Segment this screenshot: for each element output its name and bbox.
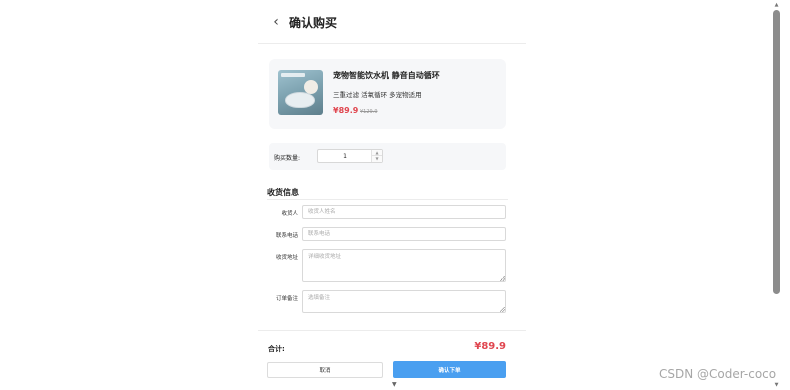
recipient-input[interactable] [302, 205, 506, 219]
product-price: ¥89.9 [333, 106, 359, 115]
image-fountain-shape [285, 92, 315, 108]
note-textarea[interactable] [302, 290, 506, 313]
page: ‹ 确认购买 宠物智能饮水机 静音自动循环 三重过滤 活氧循环 多宠物适用 ¥8… [0, 0, 790, 390]
shipping-section-title: 收货信息 [267, 188, 299, 197]
quantity-label: 购买数量: [274, 155, 301, 162]
product-name: 宠物智能饮水机 静音自动循环 [333, 71, 440, 80]
scrollbar-thumb[interactable] [773, 10, 780, 294]
page-title: 确认购买 [289, 16, 338, 30]
product-original-price: ¥129.9 [360, 109, 378, 115]
scroll-up-icon[interactable]: ▲ [772, 1, 781, 9]
phone-input[interactable] [302, 227, 506, 241]
note-label: 订单备注 [275, 296, 298, 302]
phone-label: 联系电话 [275, 233, 298, 239]
quantity-card: 购买数量: ▲ ▼ [269, 143, 506, 170]
cancel-button[interactable]: 取消 [267, 362, 383, 378]
summary-divider [258, 330, 526, 331]
total-label: 合计: [268, 345, 285, 353]
decrement-icon[interactable]: ▼ [372, 156, 382, 162]
confirm-order-button[interactable]: 确认下单 [393, 361, 506, 378]
page-header: ‹ 确认购买 [258, 0, 526, 44]
recipient-label: 收货人 [281, 211, 298, 217]
quantity-stepper[interactable]: ▲ ▼ [317, 149, 383, 163]
watermark: CSDN @Coder-coco [659, 367, 777, 381]
quantity-input[interactable] [318, 150, 372, 162]
resize-handle-icon[interactable] [500, 276, 505, 281]
stepper-arrows: ▲ ▼ [371, 150, 382, 162]
chevron-left-icon[interactable]: ‹ [268, 12, 284, 32]
product-card: 宠物智能饮水机 静音自动循环 三重过滤 活氧循环 多宠物适用 ¥89.9 ¥12… [269, 59, 506, 129]
product-image [278, 70, 323, 115]
scroll-down-icon[interactable]: ▼ [772, 381, 781, 389]
scrollbar[interactable]: ▲ ▼ [772, 0, 781, 390]
caret-down-icon: ▼ [392, 381, 397, 388]
image-caption-strip [281, 73, 305, 77]
address-textarea[interactable] [302, 249, 506, 282]
address-label: 收货地址 [275, 255, 298, 261]
product-description: 三重过滤 活氧循环 多宠物适用 [333, 91, 422, 99]
section-divider [267, 199, 508, 200]
resize-handle-icon[interactable] [500, 307, 505, 312]
total-value: ¥89.9 [474, 341, 506, 352]
